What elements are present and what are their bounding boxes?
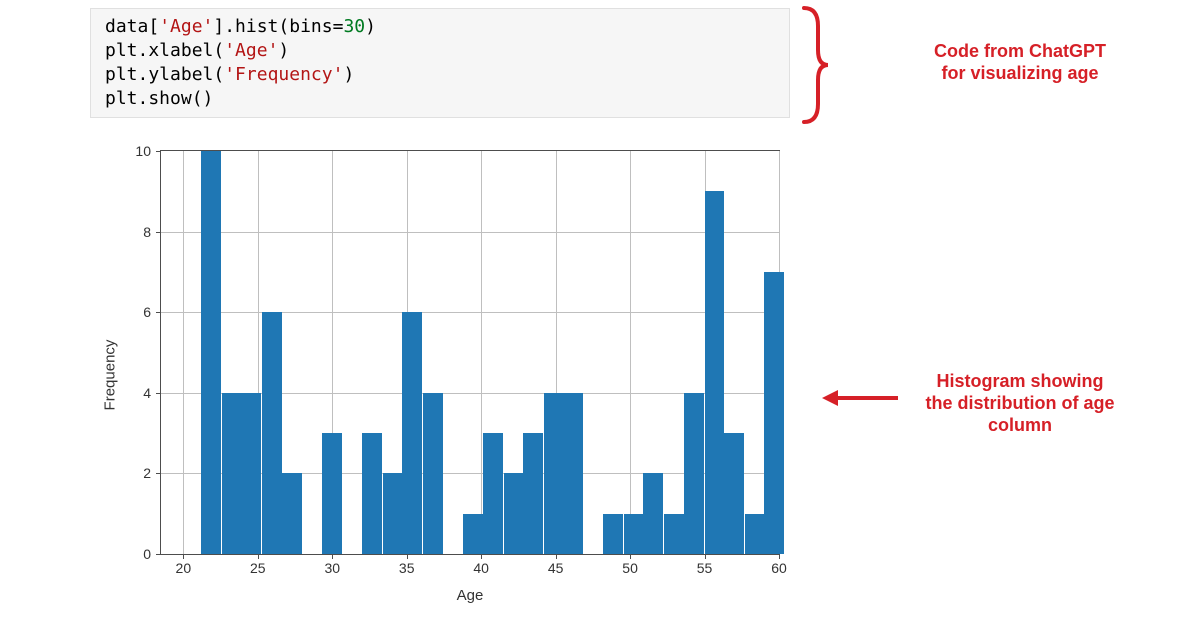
x-tick-label: 60 [771,554,787,576]
code-token: 'Age' [159,16,213,37]
histogram-bar [483,433,503,554]
x-tick-label: 55 [697,554,713,576]
histogram-annotation: Histogram showing the distribution of ag… [905,370,1135,436]
code-token: bins [289,16,332,37]
code-token: 30 [343,16,365,37]
y-tick-label: 4 [143,385,161,401]
histogram-bar [684,393,704,554]
histogram-bar [624,514,644,554]
x-axis-label: Age [160,587,780,604]
code-token: ) [343,64,354,85]
histogram-bar [282,473,302,554]
annotation-text: Code from ChatGPT [934,41,1106,61]
histogram-bar [463,514,483,554]
histogram-bar [563,393,583,554]
histogram-bar [603,514,623,554]
histogram-bar [705,191,725,554]
histogram-bar [222,393,242,554]
annotation-text: Histogram showing [936,371,1103,391]
histogram-bar [262,312,282,554]
histogram-bar [241,393,261,554]
code-cell: data['Age'].hist(bins=30) plt.xlabel('Ag… [90,8,790,118]
x-tick-label: 50 [622,554,638,576]
x-tick-label: 45 [548,554,564,576]
histogram-bar [523,433,543,554]
plot-area: 0246810202530354045505560 [160,150,780,555]
x-tick-label: 35 [399,554,415,576]
x-tick-label: 40 [473,554,489,576]
x-tick-label: 20 [176,554,192,576]
histogram-bar [544,393,564,554]
gridline [161,232,779,233]
gridline [183,151,184,554]
brace-icon [800,6,830,124]
gridline [161,312,779,313]
code-token: 'Frequency' [224,64,343,85]
code-token: plt.xlabel( [105,40,224,61]
y-tick-label: 0 [143,546,161,562]
histogram-bar [724,433,744,554]
histogram-bar [383,473,403,554]
histogram-bar [362,433,382,554]
code-token: 'Age' [224,40,278,61]
gridline [630,151,631,554]
annotation-text: for visualizing age [941,63,1098,83]
y-tick-label: 8 [143,224,161,240]
histogram-bar [322,433,342,554]
y-axis-label: Frequency [102,340,119,411]
y-tick-label: 2 [143,465,161,481]
code-annotation: Code from ChatGPT for visualizing age [900,40,1140,84]
histogram-bar [664,514,684,554]
x-tick-label: 30 [324,554,340,576]
annotation-text: the distribution of age [926,393,1115,413]
code-token: ) [278,40,289,61]
annotation-text: column [988,415,1052,435]
histogram-bar [643,473,663,554]
arrow-line [838,396,898,400]
histogram-bar [764,272,784,554]
histogram-bar [423,393,443,554]
code-token: plt.show() [105,88,213,109]
y-tick-label: 6 [143,304,161,320]
code-token: data[ [105,16,159,37]
histogram-bar [201,151,221,554]
histogram-bar [745,514,765,554]
histogram-chart: Frequency 0246810202530354045505560 Age [90,140,810,610]
histogram-bar [504,473,524,554]
code-token: = [333,16,344,37]
arrow-left-icon [822,390,838,406]
y-tick-label: 10 [135,143,161,159]
code-token: ) [365,16,376,37]
code-token: plt.ylabel( [105,64,224,85]
histogram-bar [402,312,422,554]
x-tick-label: 25 [250,554,266,576]
code-token: ].hist( [213,16,289,37]
